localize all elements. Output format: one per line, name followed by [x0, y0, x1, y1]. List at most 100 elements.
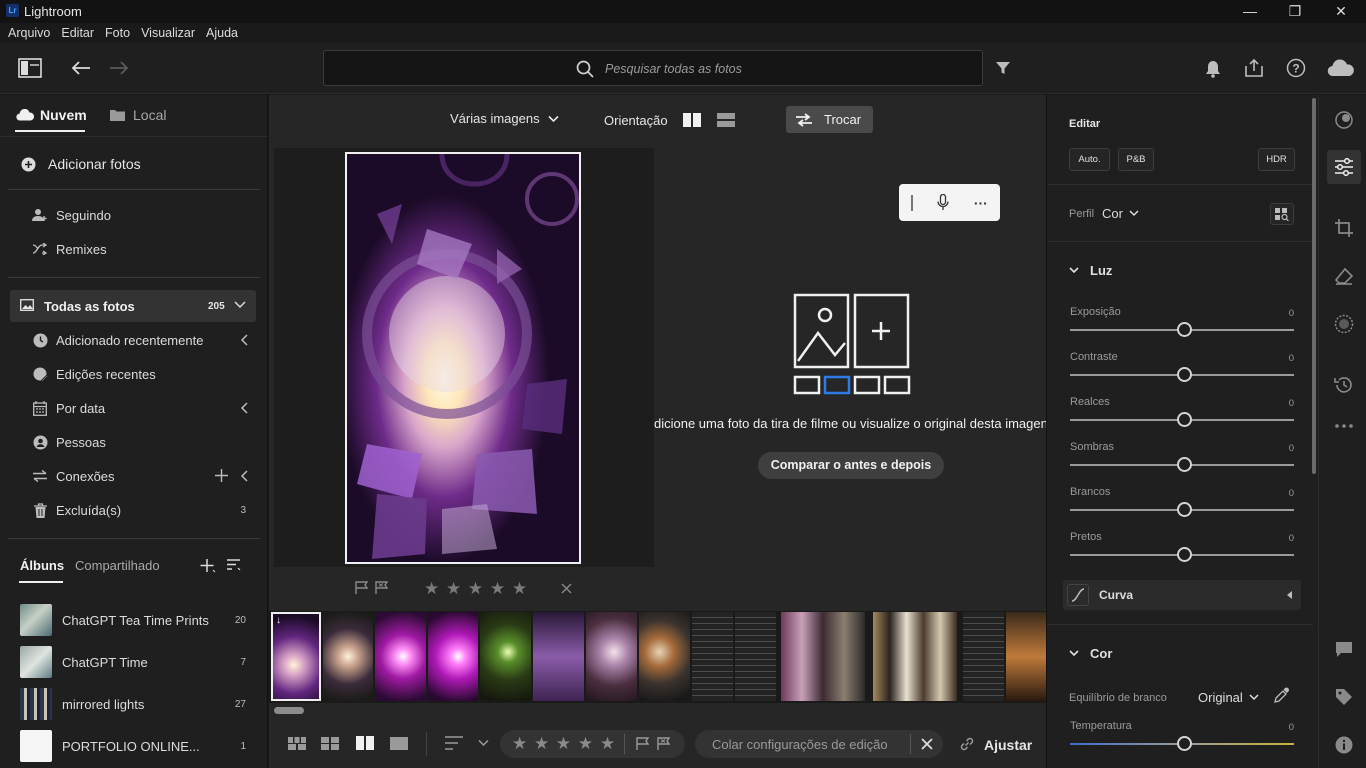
swap-button[interactable]: Trocar [786, 106, 873, 133]
crop-icon[interactable] [1329, 213, 1359, 243]
album-item[interactable]: ChatGPT Tea Time Prints 20 [0, 601, 268, 639]
detail-view-circle-icon[interactable] [1329, 105, 1359, 135]
flag-reject-icon[interactable] [375, 581, 389, 595]
sidebar-item-following[interactable]: Seguindo [0, 200, 268, 230]
panel-scrollbar[interactable] [1312, 98, 1316, 474]
menu-editar[interactable]: Editar [61, 26, 94, 40]
eraser-healing-icon[interactable] [1329, 261, 1359, 291]
filmstrip-thumbnail[interactable] [428, 612, 478, 701]
restore-button[interactable]: ❐ [1283, 2, 1307, 20]
adjust-button[interactable]: Ajustar [984, 737, 1032, 753]
filmstrip-thumbnail[interactable]: ↓ [271, 612, 321, 701]
clear-rating-icon[interactable] [561, 583, 572, 594]
more-options-icon[interactable]: ··· [974, 195, 988, 211]
slider-knob[interactable] [1177, 457, 1192, 472]
sidebar-item-recent-edits[interactable]: Edições recentes [0, 359, 268, 389]
back-arrow-icon[interactable] [66, 53, 96, 83]
eyedropper-icon[interactable] [1273, 687, 1290, 704]
selected-photo[interactable] [345, 152, 581, 564]
help-icon[interactable]: ? [1281, 53, 1311, 83]
chevron-down-icon[interactable] [234, 298, 246, 310]
compare-before-after-button[interactable]: Comparar o antes e depois [758, 452, 944, 479]
profile-browser-icon[interactable] [1270, 203, 1294, 225]
sidebar-item-connections[interactable]: Conexões [0, 461, 268, 491]
filmstrip-thumbnail[interactable] [480, 612, 531, 701]
info-icon[interactable] [1329, 730, 1359, 760]
microphone-icon[interactable] [937, 194, 950, 211]
tab-albums[interactable]: Álbuns [20, 558, 64, 573]
filmstrip-thumbnail[interactable] [781, 612, 865, 701]
sidebar-item-by-date[interactable]: Por data [0, 393, 268, 423]
sort-icon[interactable] [226, 558, 242, 572]
filmstrip-scrollbar[interactable] [269, 703, 1046, 719]
filmstrip-thumbnail[interactable] [639, 612, 690, 701]
tab-shared[interactable]: Compartilhado [75, 558, 160, 573]
star-filter[interactable]: ★ ★ ★ ★ ★ [512, 734, 616, 754]
profile-dropdown[interactable]: Cor [1102, 206, 1139, 221]
notifications-bell-icon[interactable] [1198, 54, 1228, 84]
flag-pick-icon[interactable] [355, 581, 369, 595]
side-by-side-icon[interactable] [683, 113, 701, 127]
filmstrip-thumbnail[interactable] [873, 612, 957, 701]
filmstrip-thumbnail[interactable] [692, 612, 733, 701]
sidebar-item-recently-added[interactable]: Adicionado recentemente [0, 325, 268, 355]
slider-knob[interactable] [1177, 736, 1192, 751]
slider-knob[interactable] [1177, 322, 1192, 337]
hdr-button[interactable]: HDR [1258, 148, 1295, 171]
slider-knob[interactable] [1177, 547, 1192, 562]
multiple-images-dropdown[interactable]: Várias imagens [450, 111, 559, 126]
curve-section-header[interactable]: Curva [1063, 580, 1301, 610]
filmstrip-thumbnail[interactable] [323, 612, 373, 701]
star-rating[interactable]: ★ ★ ★ ★ ★ [424, 579, 528, 599]
detail-view-icon[interactable] [390, 737, 408, 750]
comment-icon[interactable] [1329, 634, 1359, 664]
menu-visualizar[interactable]: Visualizar [141, 26, 195, 40]
auto-button[interactable]: Auto. [1069, 148, 1110, 171]
filmstrip-thumbnail[interactable] [1006, 612, 1046, 701]
close-icon[interactable] [921, 738, 933, 750]
scrollbar-thumb[interactable] [274, 707, 304, 714]
more-tools-icon[interactable] [1329, 411, 1359, 441]
filmstrip-thumbnail[interactable] [963, 612, 1004, 701]
sidebar-item-deleted[interactable]: Excluída(s) 3 [0, 495, 268, 525]
add-album-icon[interactable] [200, 557, 216, 573]
link-icon[interactable] [959, 736, 975, 752]
filter-icon[interactable] [988, 53, 1018, 83]
search-box[interactable]: Pesquisar todas as fotos [323, 50, 983, 86]
album-item[interactable]: ChatGPT Time 7 [0, 643, 268, 681]
tab-local[interactable]: Local [110, 107, 166, 123]
slider-knob[interactable] [1177, 502, 1192, 517]
minimize-button[interactable]: — [1238, 2, 1262, 20]
light-section-header[interactable]: Luz [1069, 263, 1112, 278]
tag-icon[interactable] [1329, 682, 1359, 712]
menu-arquivo[interactable]: Arquivo [8, 26, 50, 40]
edit-sliders-icon[interactable] [1329, 152, 1359, 182]
black-white-button[interactable]: P&B [1118, 148, 1154, 171]
cloud-sync-icon[interactable] [1326, 53, 1356, 83]
sidebar-item-remixes[interactable]: Remixes [0, 234, 268, 264]
close-window-button[interactable]: ✕ [1329, 2, 1353, 20]
photo-grid-icon[interactable] [321, 737, 339, 750]
color-section-header[interactable]: Cor [1069, 646, 1112, 661]
filmstrip-thumbnail[interactable] [533, 612, 584, 701]
sort-lines-icon[interactable] [444, 736, 464, 750]
masking-icon[interactable] [1329, 309, 1359, 339]
album-item[interactable]: mirrored lights 27 [0, 685, 268, 723]
search-input[interactable]: Pesquisar todas as fotos [605, 62, 742, 76]
history-icon[interactable] [1329, 370, 1359, 400]
flag-pick-icon[interactable] [636, 737, 650, 751]
slider-knob[interactable] [1177, 412, 1192, 427]
add-connection-icon[interactable] [215, 469, 228, 482]
drag-handle-icon[interactable] [911, 194, 914, 211]
filmstrip-thumbnail[interactable] [586, 612, 637, 701]
chevron-left-icon[interactable] [240, 470, 248, 482]
menu-ajuda[interactable]: Ajuda [206, 26, 238, 40]
filmstrip-thumbnail[interactable] [735, 612, 776, 701]
menu-foto[interactable]: Foto [105, 26, 130, 40]
sidebar-item-all-photos[interactable]: Todas as fotos 205 [10, 290, 256, 322]
slider-knob[interactable] [1177, 367, 1192, 382]
panel-toggle-icon[interactable] [15, 53, 45, 83]
chevron-left-icon[interactable] [240, 334, 248, 346]
add-photos-button[interactable]: Adicionar fotos [21, 156, 141, 172]
filmstrip-thumbnail[interactable] [375, 612, 426, 701]
